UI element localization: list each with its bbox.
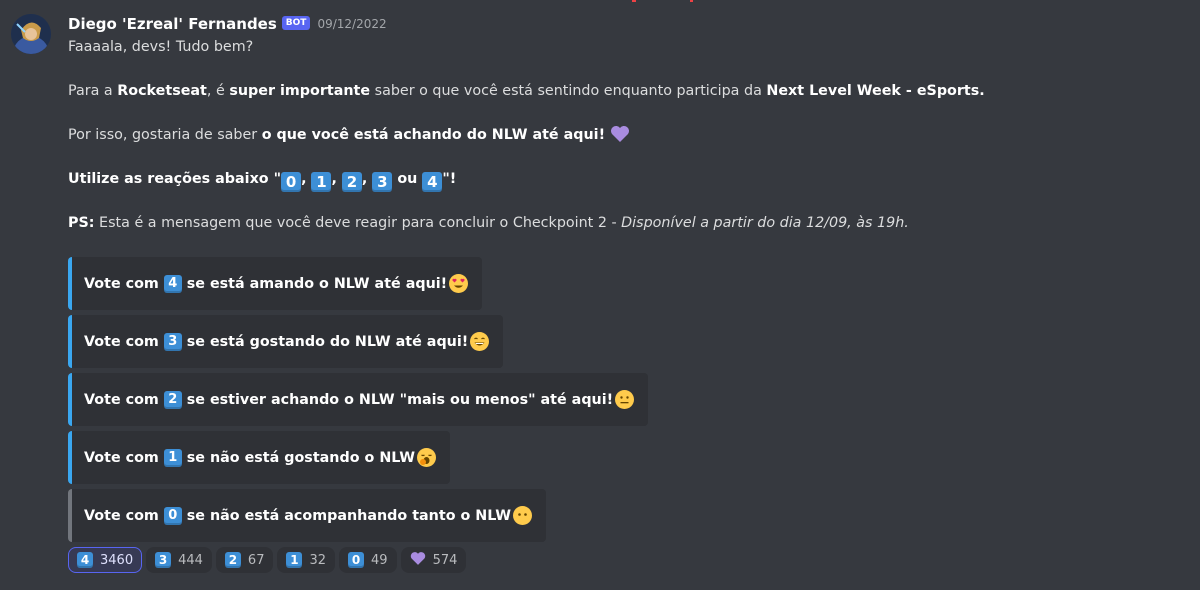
- no-mouth-face-emoji-icon: [513, 506, 533, 525]
- reaction-count: 49: [371, 552, 388, 568]
- purple-heart-icon: [610, 125, 630, 150]
- keycap-2-icon: 2: [163, 390, 182, 409]
- text: , é: [206, 83, 230, 99]
- message-header: Diego 'Ezreal' Fernandes BOT 09/12/2022: [68, 13, 387, 35]
- bold-text: "!: [442, 171, 457, 187]
- keycap-4-icon: 4: [163, 274, 182, 293]
- paragraph-3: Utilize as reações abaixo " 0, 1, 2, 3 ou…: [68, 168, 1178, 192]
- separator: ,: [301, 171, 307, 187]
- greeting-line: Faaaala, devs! Tudo bem?: [68, 39, 254, 55]
- author-name[interactable]: Diego 'Ezreal' Fernandes: [68, 15, 277, 33]
- embed-text: se estiver achando o NLW "mais ou menos"…: [186, 391, 614, 408]
- reaction-keycap-1[interactable]: 1 32: [277, 547, 336, 573]
- embed-text: Vote com: [84, 449, 159, 466]
- embed-text: se não está acompanhando tanto o NLW: [186, 507, 512, 524]
- embed-text: Vote com: [84, 391, 159, 408]
- keycap-0-icon: 0: [281, 172, 302, 192]
- keycap-4-icon: 4: [422, 172, 443, 192]
- unread-marker: [690, 0, 693, 2]
- or-text: ou: [397, 171, 418, 187]
- yawning-face-emoji-icon: [417, 448, 437, 467]
- embed-text: se não está gostando o NLW: [186, 449, 416, 466]
- keycap-3-icon: 3: [163, 332, 182, 351]
- keycap-2-icon: 2: [224, 552, 241, 568]
- embed-text: Vote com: [84, 507, 159, 524]
- timestamp: 09/12/2022: [317, 17, 387, 31]
- vote-embed-0: Vote com 0 se não está acompanhando tant…: [68, 489, 547, 542]
- unread-marker: [632, 0, 636, 2]
- keycap-3-icon: 3: [372, 172, 393, 192]
- paragraph-1: Para a Rocketseat, é super importante sa…: [68, 80, 1178, 102]
- text: Para a: [68, 83, 118, 99]
- ps-line: PS: Esta é a mensagem que você deve reag…: [68, 212, 1178, 234]
- embeds: Vote com 4 se está amando o NLW até aqui…: [68, 257, 649, 547]
- reaction-keycap-2[interactable]: 2 67: [215, 547, 274, 573]
- vote-embed-4: Vote com 4 se está amando o NLW até aqui…: [68, 257, 483, 310]
- paragraph-2: Por isso, gostaria de saber o que você e…: [68, 124, 1178, 146]
- avatar[interactable]: [11, 14, 51, 54]
- keycap-4-icon: 4: [77, 552, 93, 568]
- reaction-purple-heart[interactable]: 574: [400, 547, 467, 573]
- bold-text: Next Level Week - eSports.: [766, 83, 985, 99]
- keycap-1-icon: 1: [163, 448, 182, 467]
- bold-text: Utilize as reações abaixo ": [68, 171, 282, 187]
- reaction-count: 574: [432, 552, 458, 568]
- text: Por isso, gostaria de saber: [68, 127, 262, 143]
- chat-message: Diego 'Ezreal' Fernandes BOT 09/12/2022 …: [0, 0, 1200, 590]
- reactions-bar: 4 3460 3 444 2 67 1 32 0 49 574: [68, 547, 467, 573]
- embed-text: se está amando o NLW até aqui!: [186, 275, 448, 292]
- keycap-2-icon: 2: [341, 172, 362, 192]
- bold-text: o que você está achando do NLW até aqui!: [261, 127, 606, 143]
- reaction-keycap-4[interactable]: 4 3460: [68, 547, 143, 573]
- reaction-count: 67: [247, 552, 265, 568]
- keycap-1-icon: 1: [311, 172, 332, 192]
- heart-eyes-emoji-icon: [449, 274, 469, 293]
- message-content: Faaaala, devs! Tudo bem? Para a Rocketse…: [68, 36, 1178, 234]
- reaction-keycap-0[interactable]: 0 49: [339, 547, 397, 573]
- embed-text: Vote com: [84, 275, 159, 292]
- purple-heart-icon: [410, 551, 426, 570]
- ps-label: PS:: [68, 215, 95, 231]
- reaction-count: 3460: [100, 552, 134, 568]
- embed-text: se está gostando do NLW até aqui!: [186, 333, 469, 350]
- vote-embed-1: Vote com 1 se não está gostando o NLW: [68, 431, 451, 484]
- keycap-0-icon: 0: [163, 506, 182, 525]
- separator: ,: [361, 171, 368, 187]
- bold-text: Rocketseat: [117, 83, 207, 99]
- bot-badge: BOT: [281, 16, 311, 30]
- keycap-3-icon: 3: [155, 552, 172, 568]
- text: Esta é a mensagem que você deve reagir p…: [94, 215, 622, 231]
- separator: ,: [331, 171, 337, 187]
- reaction-keycap-3[interactable]: 3 444: [146, 547, 212, 573]
- neutral-face-emoji-icon: [615, 390, 635, 409]
- reaction-count: 444: [178, 552, 203, 568]
- keycap-0-icon: 0: [348, 552, 365, 568]
- bold-text: super importante: [229, 83, 371, 99]
- reaction-count: 32: [309, 552, 327, 568]
- vote-embed-2: Vote com 2 se estiver achando o NLW "mai…: [68, 373, 649, 426]
- text: saber o que você está sentindo enquanto …: [370, 83, 767, 99]
- italic-text: Disponível a partir do dia 12/09, às 19h…: [621, 215, 909, 231]
- grinning-emoji-icon: [470, 332, 490, 351]
- vote-embed-3: Vote com 3 se está gostando do NLW até a…: [68, 315, 504, 368]
- embed-text: Vote com: [84, 333, 159, 350]
- keycap-1-icon: 1: [286, 552, 303, 568]
